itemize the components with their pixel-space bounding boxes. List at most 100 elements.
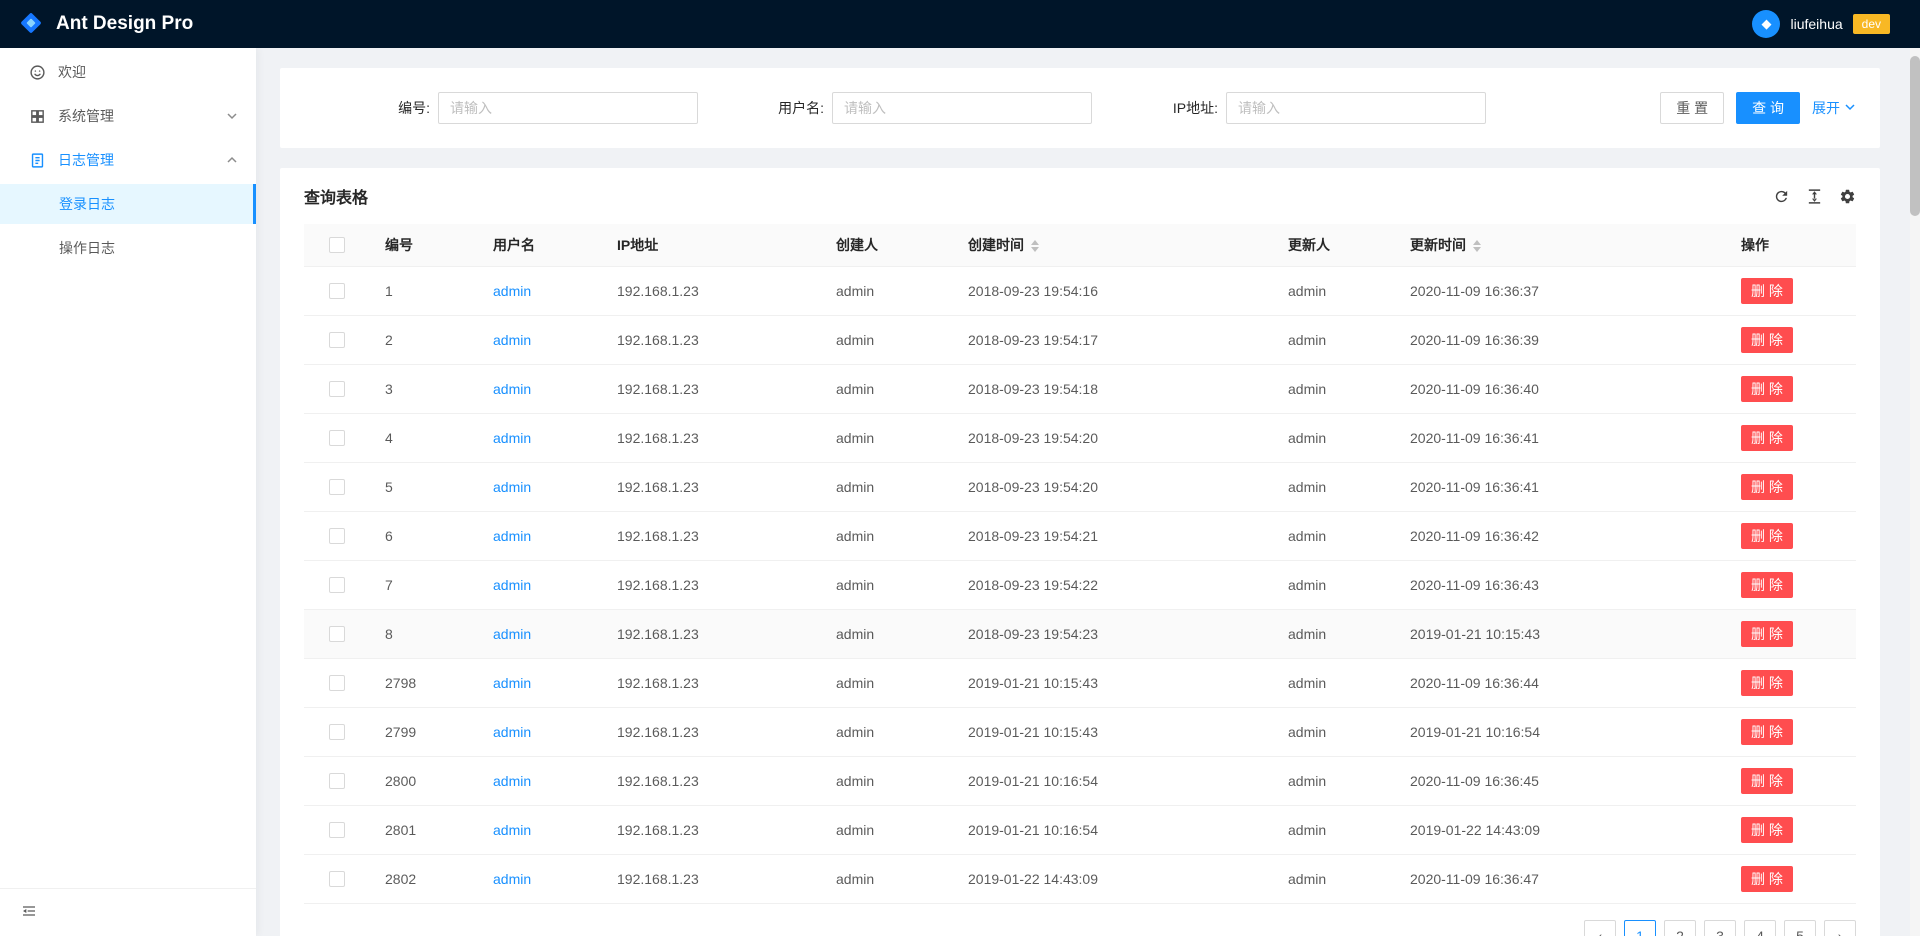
delete-button[interactable]: 删 除 — [1741, 621, 1793, 647]
row-checkbox[interactable] — [329, 332, 345, 348]
row-checkbox[interactable] — [329, 724, 345, 740]
delete-button[interactable]: 删 除 — [1741, 572, 1793, 598]
prev-page-button[interactable]: ‹ — [1584, 920, 1616, 936]
app-logo-area[interactable]: Ant Design Pro — [16, 8, 193, 41]
cell-creator: admin — [820, 854, 952, 903]
page-scrollbar-thumb[interactable] — [1910, 56, 1920, 216]
cell-updater: admin — [1272, 854, 1394, 903]
delete-button[interactable]: 删 除 — [1741, 278, 1793, 304]
page-button[interactable]: 2 — [1664, 920, 1696, 936]
username-link[interactable]: admin — [493, 675, 531, 691]
delete-button[interactable]: 删 除 — [1741, 866, 1793, 892]
page-button[interactable]: 5 — [1784, 920, 1816, 936]
ip-input[interactable] — [1226, 92, 1486, 124]
row-checkbox[interactable] — [329, 773, 345, 789]
username-link[interactable]: admin — [493, 822, 531, 838]
id-input[interactable] — [438, 92, 698, 124]
cell-creator: admin — [820, 560, 952, 609]
row-checkbox[interactable] — [329, 577, 345, 593]
username-input[interactable] — [832, 92, 1092, 124]
username-link[interactable]: admin — [493, 479, 531, 495]
username-link[interactable]: admin — [493, 528, 531, 544]
row-checkbox[interactable] — [329, 479, 345, 495]
cell-updated-time: 2020-11-09 16:36:41 — [1394, 462, 1725, 511]
log-file-icon — [29, 152, 46, 169]
reload-icon[interactable] — [1773, 188, 1790, 205]
row-checkbox[interactable] — [329, 430, 345, 446]
sidebar-item-welcome[interactable]: 欢迎 — [0, 52, 256, 92]
column-header-updated-time[interactable]: 更新时间 — [1394, 224, 1725, 266]
table-row: 5 admin 192.168.1.23 admin 2018-09-23 19… — [304, 462, 1856, 511]
select-all-checkbox[interactable] — [329, 237, 345, 253]
table-header-row: 编号 用户名 IP地址 创建人 创建时间 更新人 更新时间 操作 — [304, 224, 1856, 266]
cell-updater: admin — [1272, 266, 1394, 315]
main-content: 编号: 用户名: IP地址: 重 置 查 询 展开 查询表格 — [256, 48, 1920, 936]
username-link[interactable]: admin — [493, 626, 531, 642]
username-link[interactable]: admin — [493, 724, 531, 740]
reset-button[interactable]: 重 置 — [1660, 92, 1724, 124]
page-scrollbar-track[interactable] — [1910, 48, 1920, 936]
delete-button[interactable]: 删 除 — [1741, 425, 1793, 451]
table-row: 2801 admin 192.168.1.23 admin 2019-01-21… — [304, 805, 1856, 854]
app-logo-icon — [16, 8, 46, 41]
cell-created-time: 2019-01-21 10:16:54 — [952, 805, 1272, 854]
sidebar-collapse-trigger[interactable] — [0, 888, 256, 936]
username-label: liufeihua — [1790, 16, 1842, 32]
username-link[interactable]: admin — [493, 430, 531, 446]
delete-button[interactable]: 删 除 — [1741, 768, 1793, 794]
delete-button[interactable]: 删 除 — [1741, 817, 1793, 843]
row-checkbox[interactable] — [329, 626, 345, 642]
row-checkbox[interactable] — [329, 871, 345, 887]
column-header-actions: 操作 — [1725, 224, 1856, 266]
column-header-created-time[interactable]: 创建时间 — [952, 224, 1272, 266]
settings-gear-icon[interactable] — [1839, 188, 1856, 205]
sidebar-item-label: 登录日志 — [59, 194, 115, 214]
cell-updated-time: 2020-11-09 16:36:41 — [1394, 413, 1725, 462]
sidebar-item-system-management[interactable]: 系统管理 — [0, 96, 256, 136]
row-checkbox[interactable] — [329, 675, 345, 691]
username-link[interactable]: admin — [493, 577, 531, 593]
cell-ip: 192.168.1.23 — [601, 364, 820, 413]
username-link[interactable]: admin — [493, 283, 531, 299]
cell-actions: 删 除 — [1725, 756, 1856, 805]
delete-button[interactable]: 删 除 — [1741, 670, 1793, 696]
username-link[interactable]: admin — [493, 871, 531, 887]
row-checkbox[interactable] — [329, 381, 345, 397]
username-link[interactable]: admin — [493, 773, 531, 789]
cell-actions: 删 除 — [1725, 413, 1856, 462]
row-checkbox[interactable] — [329, 528, 345, 544]
row-checkbox-cell — [304, 511, 369, 560]
table-row: 2 admin 192.168.1.23 admin 2018-09-23 19… — [304, 315, 1856, 364]
column-height-icon[interactable] — [1806, 188, 1823, 205]
sidebar-item-operation-log[interactable]: 操作日志 — [0, 228, 256, 268]
username-link[interactable]: admin — [493, 381, 531, 397]
row-checkbox[interactable] — [329, 822, 345, 838]
login-log-table: 编号 用户名 IP地址 创建人 创建时间 更新人 更新时间 操作 1 — [304, 224, 1856, 904]
sort-icons[interactable] — [1031, 240, 1039, 252]
username-link[interactable]: admin — [493, 332, 531, 348]
next-page-button[interactable]: › — [1824, 920, 1856, 936]
row-checkbox[interactable] — [329, 283, 345, 299]
cell-ip: 192.168.1.23 — [601, 854, 820, 903]
expand-link[interactable]: 展开 — [1812, 98, 1856, 118]
delete-button[interactable]: 删 除 — [1741, 327, 1793, 353]
user-avatar[interactable]: ◆ — [1752, 10, 1780, 38]
table-row: 2802 admin 192.168.1.23 admin 2019-01-22… — [304, 854, 1856, 903]
sidebar-item-log-management[interactable]: 日志管理 — [0, 140, 256, 180]
cell-updater: admin — [1272, 315, 1394, 364]
delete-button[interactable]: 删 除 — [1741, 376, 1793, 402]
header-user-area[interactable]: ◆ liufeihua dev — [1752, 10, 1904, 38]
cell-updater: admin — [1272, 511, 1394, 560]
sidebar-item-login-log[interactable]: 登录日志 — [0, 184, 256, 224]
page-button[interactable]: 4 — [1744, 920, 1776, 936]
delete-button[interactable]: 删 除 — [1741, 523, 1793, 549]
page-button[interactable]: 1 — [1624, 920, 1656, 936]
sort-icons[interactable] — [1473, 240, 1481, 252]
env-tag: dev — [1853, 14, 1890, 34]
delete-button[interactable]: 删 除 — [1741, 474, 1793, 500]
delete-button[interactable]: 删 除 — [1741, 719, 1793, 745]
cell-ip: 192.168.1.23 — [601, 756, 820, 805]
page-button[interactable]: 3 — [1704, 920, 1736, 936]
cell-creator: admin — [820, 658, 952, 707]
query-button[interactable]: 查 询 — [1736, 92, 1800, 124]
